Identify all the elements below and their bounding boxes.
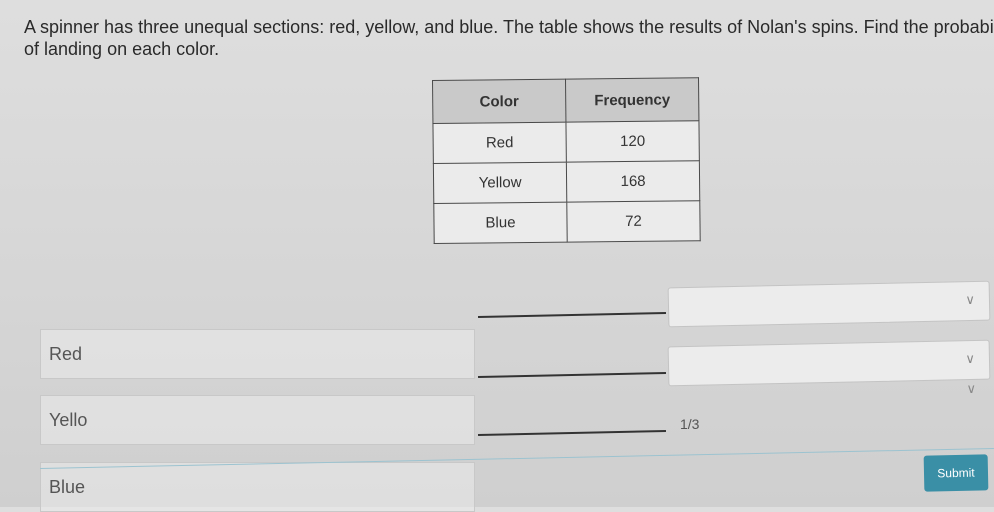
table-row: Yellow 168 <box>433 160 700 204</box>
question-text: A spinner has three unequal sections: re… <box>24 16 994 60</box>
chevron-down-icon: ∨ <box>965 350 976 367</box>
answer-dropdown-red[interactable]: ∨ <box>667 280 991 328</box>
answer-label-yellow: Yello <box>40 395 475 445</box>
cell-color: Red <box>432 122 567 164</box>
answer-blank-yellow[interactable] <box>477 372 667 378</box>
answer-dropdown-blue[interactable]: ∨ <box>668 369 991 412</box>
chevron-down-icon: ∨ <box>966 380 977 397</box>
submit-button[interactable]: Submit <box>923 454 989 492</box>
question-line-2: of landing on each color. <box>24 39 220 59</box>
table-header-row: Color Frequency <box>432 77 699 124</box>
question-line-1: A spinner has three unequal sections: re… <box>24 17 994 37</box>
cell-frequency: 72 <box>566 200 701 243</box>
divider <box>40 448 994 469</box>
frequency-table: Color Frequency Red 120 Yellow 168 Blue … <box>432 77 701 244</box>
table-row: Blue 72 <box>433 200 701 244</box>
cell-color: Yellow <box>433 162 567 204</box>
answer-label-blue: Blue <box>40 462 475 512</box>
cell-frequency: 120 <box>565 120 700 163</box>
cell-frequency: 168 <box>566 160 700 203</box>
chevron-down-icon: ∨ <box>965 291 976 308</box>
column-header-color: Color <box>432 79 566 124</box>
answer-blank-blue[interactable] <box>477 430 667 436</box>
cell-color: Blue <box>433 202 568 244</box>
answer-label-red: Red <box>40 329 475 379</box>
answer-blank-red[interactable] <box>477 312 667 318</box>
table-row: Red 120 <box>432 120 700 164</box>
column-header-frequency: Frequency <box>565 77 699 123</box>
answer-value-blue: 1/3 <box>680 416 700 432</box>
